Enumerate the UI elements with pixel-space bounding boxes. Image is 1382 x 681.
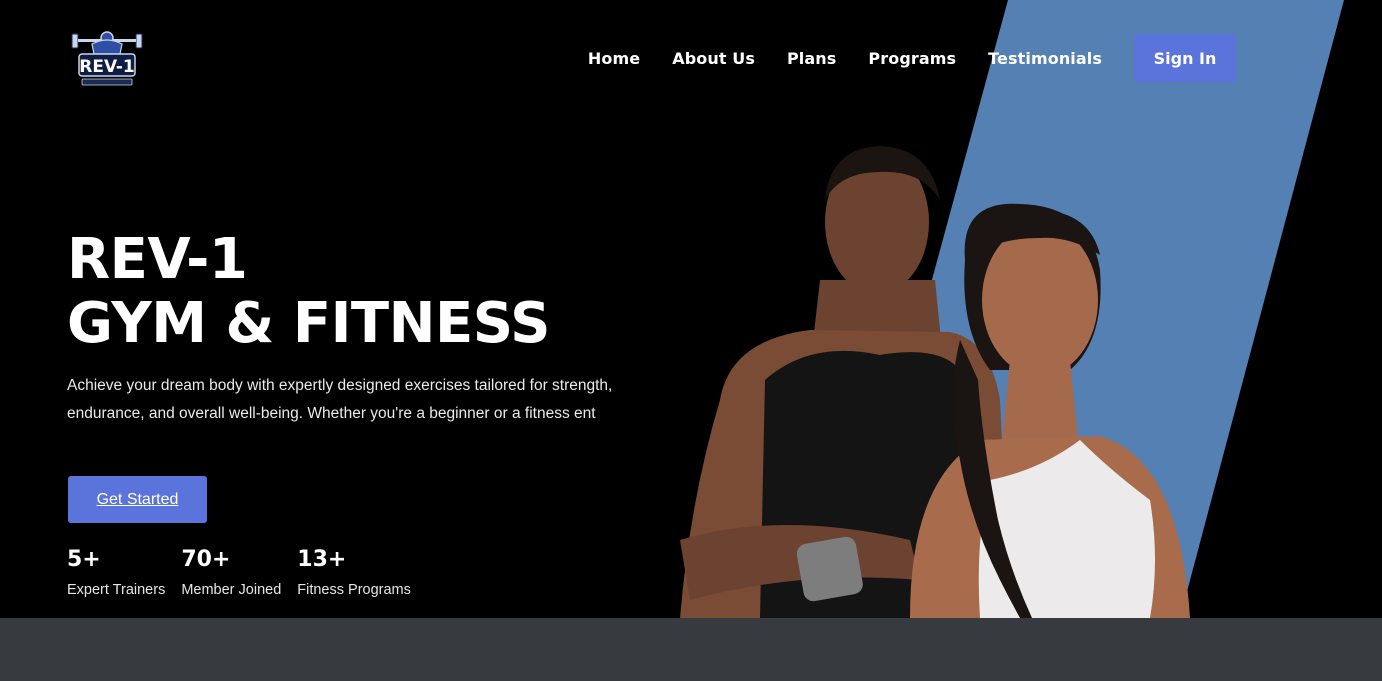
nav-home[interactable]: Home — [588, 49, 640, 68]
nav-about-us[interactable]: About Us — [672, 49, 755, 68]
athletes-image — [680, 146, 1190, 618]
hero-section: REV-1 Home About Us Plans Programs Testi… — [0, 0, 1382, 618]
hero-description: Achieve your dream body with expertly de… — [67, 377, 613, 422]
stat-value: 5+ — [67, 547, 101, 572]
stat-members: 70+ Member Joined — [181, 546, 281, 606]
nav-programs[interactable]: Programs — [868, 49, 956, 68]
brand-logo[interactable]: REV-1 — [70, 24, 144, 90]
nav-testimonials[interactable]: Testimonials — [988, 49, 1102, 68]
get-started-button[interactable]: Get Started — [68, 476, 207, 523]
stat-label: Expert Trainers — [67, 582, 166, 598]
main-nav: Home About Us Plans Programs Testimonial… — [588, 34, 1236, 82]
stat-trainers: 5+ Expert Trainers — [67, 546, 165, 606]
next-section-band — [0, 618, 1382, 681]
hero-title: REV-1 GYM & FITNESS — [67, 228, 550, 356]
stat-value: 70+ — [181, 547, 231, 572]
sign-in-button[interactable]: Sign In — [1134, 34, 1236, 82]
logo-text: REV-1 — [79, 57, 135, 77]
stat-programs: 13+ Fitness Programs — [297, 546, 411, 606]
hero-title-line2: GYM & FITNESS — [67, 291, 550, 356]
stat-label: Fitness Programs — [297, 582, 411, 598]
hero-title-line1: REV-1 — [67, 227, 248, 292]
stat-value: 13+ — [297, 547, 347, 572]
stat-label: Member Joined — [181, 582, 282, 598]
nav-plans[interactable]: Plans — [787, 49, 836, 68]
stats-row: 5+ Expert Trainers 70+ Member Joined 13+… — [67, 546, 427, 606]
